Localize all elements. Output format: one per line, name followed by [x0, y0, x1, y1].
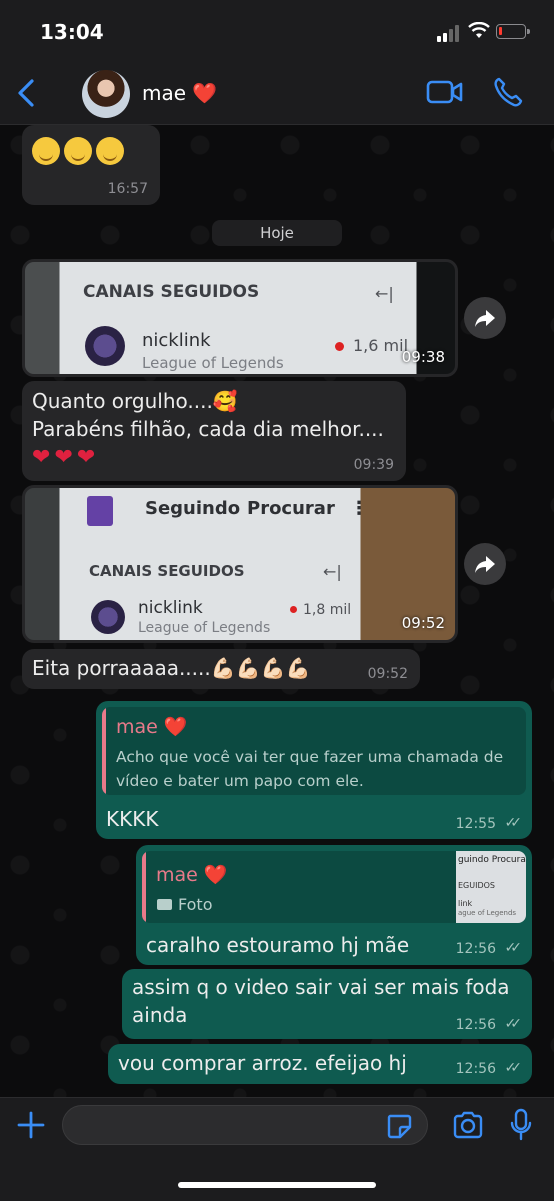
quoted-message[interactable]: mae ❤️ Acho que você vai ter que fazer u…	[102, 707, 526, 795]
day-separator: Hoje	[212, 220, 342, 246]
photo-arrow: ←|	[323, 562, 342, 581]
emoji-row	[32, 137, 128, 169]
back-chevron-icon[interactable]	[14, 78, 38, 108]
message-text: Eita porraaaaa.....💪🏻💪🏻💪🏻💪🏻	[32, 656, 311, 680]
message-text: KKKK	[106, 807, 159, 831]
read-ticks-icon: ✓✓	[504, 1016, 523, 1032]
quoted-photo[interactable]: mae ❤️ Foto guindo Procurar EGUIDOS link…	[142, 851, 526, 923]
sticker-icon[interactable]	[386, 1113, 412, 1139]
emoji-smiling	[64, 137, 92, 165]
home-indicator	[178, 1182, 376, 1188]
forward-icon	[475, 310, 495, 327]
photo-image-1[interactable]: CANAIS SEGUIDOS ←| nicklink League of Le…	[25, 262, 455, 374]
message-line: Parabéns filhão, cada dia melhor....	[32, 417, 384, 441]
camera-icon[interactable]	[452, 1111, 484, 1139]
message-time: 12:55	[455, 816, 496, 832]
photo-message-2[interactable]: Seguindo Procurar ⋮ CANAIS SEGUIDOS ←| n…	[22, 485, 458, 643]
message-bubble-3[interactable]: Eita porraaaaa.....💪🏻💪🏻💪🏻💪🏻 09:52	[22, 649, 420, 689]
channel-name: nicklink	[142, 330, 211, 351]
message-time: 12:56	[455, 1017, 496, 1033]
video-call-icon[interactable]	[426, 78, 464, 106]
message-bubble-5[interactable]: mae ❤️ Foto guindo Procurar EGUIDOS link…	[136, 845, 532, 965]
plus-icon[interactable]	[16, 1110, 46, 1140]
message-bubble-emoji[interactable]: 16:57	[22, 125, 160, 205]
phone-icon[interactable]	[493, 76, 523, 108]
wifi-icon	[468, 22, 490, 38]
mic-icon[interactable]	[510, 1108, 532, 1142]
message-line: ainda	[132, 1003, 188, 1027]
chat-header: mae ❤️	[0, 60, 554, 125]
message-time: 16:57	[107, 181, 148, 197]
message-text: Quanto orgulho....🥰 Parabéns filhão, cad…	[32, 387, 384, 472]
channel-game: League of Legends	[138, 620, 271, 636]
status-bar: 13:04	[0, 0, 554, 60]
message-bubble-6[interactable]: assim q o video sair vai ser mais foda a…	[122, 969, 532, 1039]
quoted-text: Acho que você vai ter que fazer uma cham…	[116, 748, 504, 790]
forward-icon	[475, 556, 495, 573]
photo-image-2[interactable]: Seguindo Procurar ⋮ CANAIS SEGUIDOS ←| n…	[25, 488, 455, 640]
contact-name-text: mae	[142, 81, 187, 105]
quoted-author: mae ❤️	[156, 864, 228, 886]
channel-name: nicklink	[138, 598, 203, 618]
hearts-emoji: ❤ ❤ ❤	[32, 445, 96, 470]
viewer-count: 1,6 mil	[353, 336, 409, 355]
forward-button-1[interactable]	[464, 297, 506, 339]
message-bubble-7[interactable]: vou comprar arroz. efeijao hj 12:56 ✓✓	[108, 1044, 532, 1084]
menu-dots: ⋮	[350, 498, 368, 519]
channel-avatar	[91, 600, 125, 634]
photo-message-1[interactable]: CANAIS SEGUIDOS ←| nicklink League of Le…	[22, 259, 458, 377]
photo-title: CANAIS SEGUIDOS	[89, 562, 245, 580]
message-time: 12:56	[455, 1061, 496, 1077]
message-bubble-2[interactable]: Quanto orgulho....🥰 Parabéns filhão, cad…	[22, 381, 406, 481]
message-time: 09:52	[401, 614, 445, 632]
tab-browse: Procurar	[247, 498, 335, 519]
contact-name[interactable]: mae ❤️	[142, 81, 217, 105]
contact-avatar[interactable]	[82, 70, 130, 118]
message-bubble-4[interactable]: mae ❤️ Acho que você vai ter que fazer u…	[96, 701, 532, 839]
message-time: 09:39	[353, 457, 394, 473]
thumb-text: ague of Legends	[458, 909, 517, 917]
photo-title: CANAIS SEGUIDOS	[83, 282, 260, 302]
quoted-author: mae ❤️	[116, 716, 188, 738]
forward-button-2[interactable]	[464, 543, 506, 585]
thumb-text: link	[458, 899, 473, 908]
viewer-count: 1,8 mil	[303, 602, 352, 618]
thumb-text: EGUIDOS	[458, 881, 496, 890]
message-time: 12:56	[455, 941, 496, 957]
message-text: assim q o video sair vai ser mais foda a…	[132, 973, 510, 1029]
emoji-drooling	[32, 137, 60, 165]
tab-following: Seguindo	[145, 498, 241, 519]
read-ticks-icon: ✓✓	[504, 1060, 523, 1076]
message-time: 09:38	[401, 348, 445, 366]
thumb-text: guindo Procurar	[458, 855, 526, 865]
message-input[interactable]	[62, 1105, 428, 1145]
quoted-label: Foto	[178, 895, 213, 914]
live-dot	[290, 606, 297, 613]
contact-heart-emoji: ❤️	[192, 81, 218, 105]
quoted-thumbnail: guindo Procurar EGUIDOS link ague of Leg…	[456, 851, 526, 923]
message-text: caralho estouramo hj mãe	[146, 933, 410, 957]
chat-area[interactable]: 16:57 Hoje CANAIS SEGUIDOS ←| nicklink L…	[0, 125, 554, 1097]
read-ticks-icon: ✓✓	[504, 815, 523, 831]
channel-avatar	[85, 326, 125, 366]
message-line: Quanto orgulho....🥰	[32, 389, 238, 413]
channel-game: League of Legends	[142, 354, 284, 372]
read-ticks-icon: ✓✓	[504, 940, 523, 956]
status-time: 13:04	[40, 20, 104, 44]
composer-bar	[0, 1097, 554, 1201]
message-time: 09:52	[367, 666, 408, 682]
photo-arrow: ←|	[375, 284, 394, 303]
message-line: assim q o video sair vai ser mais foda	[132, 975, 510, 999]
camera-small-icon	[157, 899, 172, 910]
live-dot	[335, 342, 344, 351]
battery-icon	[496, 24, 530, 39]
twitch-logo	[87, 496, 113, 526]
emoji-laughing	[96, 137, 124, 165]
message-text: vou comprar arroz. efeijao hj	[118, 1051, 407, 1075]
signal-icon	[437, 24, 463, 42]
